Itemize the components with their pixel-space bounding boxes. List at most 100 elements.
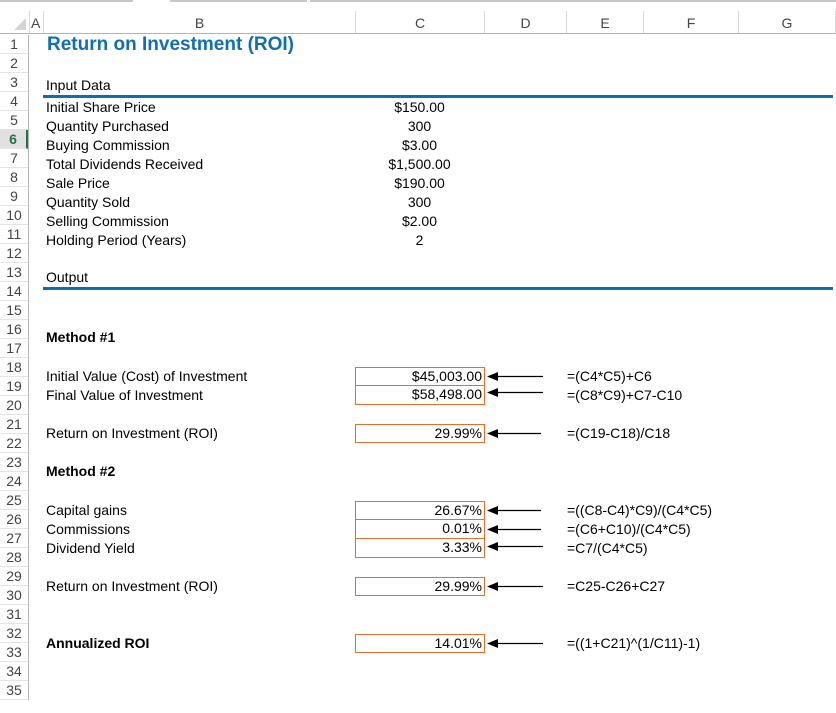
column-header-e[interactable]: E bbox=[566, 11, 643, 33]
arrow-left-icon bbox=[487, 388, 543, 397]
input-value-cell[interactable]: 2 bbox=[355, 231, 484, 250]
dividend-yield-cell[interactable]: 3.33% bbox=[355, 539, 485, 558]
capital-gains-cell[interactable]: 26.67% bbox=[355, 501, 485, 520]
row-header-18[interactable]: 18 bbox=[0, 358, 28, 377]
column-header-d[interactable]: D bbox=[484, 11, 566, 33]
row-header-2[interactable]: 2 bbox=[0, 54, 28, 73]
row-header-9[interactable]: 9 bbox=[0, 187, 28, 206]
commissions-cell[interactable]: 0.01% bbox=[355, 520, 485, 539]
initial-value-cell[interactable]: $45,003.00 bbox=[355, 367, 485, 386]
row-header-11[interactable]: 11 bbox=[0, 225, 28, 244]
row-header-26[interactable]: 26 bbox=[0, 510, 28, 529]
column-header-g[interactable]: G bbox=[738, 11, 836, 33]
row-header-1[interactable]: 1 bbox=[0, 35, 28, 54]
row-header-15[interactable]: 15 bbox=[0, 301, 28, 320]
roi-method1-formula: =(C19-C18)/C18 bbox=[567, 425, 671, 441]
select-all-triangle-icon bbox=[14, 18, 26, 30]
row-header-5[interactable]: 5 bbox=[0, 111, 28, 130]
row-header-17[interactable]: 17 bbox=[0, 339, 28, 358]
arrow-left-icon bbox=[487, 429, 541, 438]
row-header-21[interactable]: 21 bbox=[0, 415, 28, 434]
input-label: Quantity Purchased bbox=[46, 118, 169, 134]
method2-heading: Method #2 bbox=[46, 463, 116, 479]
row-header-16[interactable]: 16 bbox=[0, 320, 28, 339]
input-value-cell[interactable]: $1,500.00 bbox=[355, 155, 484, 174]
capital-gains-formula: =((C8-C4)*C9)/(C4*C5) bbox=[567, 502, 713, 518]
row-header-35[interactable]: 35 bbox=[0, 681, 28, 700]
input-label: Initial Share Price bbox=[46, 99, 156, 115]
arrow-left-icon bbox=[487, 372, 543, 381]
row-header-31[interactable]: 31 bbox=[0, 605, 28, 624]
row-header-24[interactable]: 24 bbox=[0, 472, 28, 491]
row-header-12[interactable]: 12 bbox=[0, 244, 28, 263]
row-header-23[interactable]: 23 bbox=[0, 453, 28, 472]
row-header-28[interactable]: 28 bbox=[0, 548, 28, 567]
row-header-14[interactable]: 14 bbox=[0, 282, 28, 301]
annualized-roi-formula: =((1+C21)^(1/C11)-1) bbox=[567, 635, 701, 651]
top-strip-segment bbox=[0, 0, 133, 2]
input-label: Buying Commission bbox=[46, 137, 170, 153]
row-header-6[interactable]: 6 bbox=[0, 130, 28, 149]
row-header-3[interactable]: 3 bbox=[0, 73, 28, 92]
row-header-8[interactable]: 8 bbox=[0, 168, 28, 187]
final-value-formula: =(C8*C9)+C7-C10 bbox=[567, 387, 683, 403]
roi-method2-label: Return on Investment (ROI) bbox=[46, 578, 218, 594]
sheet-title: Return on Investment (ROI) bbox=[47, 34, 295, 55]
input-value-cell[interactable]: 300 bbox=[355, 117, 484, 136]
final-value-label: Final Value of Investment bbox=[46, 387, 203, 403]
input-label: Holding Period (Years) bbox=[46, 232, 187, 248]
arrow-left-icon bbox=[487, 542, 543, 551]
input-value-cell[interactable]: 300 bbox=[355, 193, 484, 212]
arrow-left-icon bbox=[487, 506, 541, 515]
row-header-4[interactable]: 4 bbox=[0, 92, 28, 111]
row-header-27[interactable]: 27 bbox=[0, 529, 28, 548]
row-header-19[interactable]: 19 bbox=[0, 377, 28, 396]
arrow-left-icon bbox=[487, 525, 541, 534]
input-value-cell[interactable]: $2.00 bbox=[355, 212, 484, 231]
arrow-left-icon bbox=[487, 639, 543, 648]
row-header-30[interactable]: 30 bbox=[0, 586, 28, 605]
top-strip-segment bbox=[170, 0, 307, 2]
row-header-10[interactable]: 10 bbox=[0, 206, 28, 225]
initial-value-formula: =(C4*C5)+C6 bbox=[567, 368, 652, 384]
select-all-button[interactable] bbox=[0, 11, 29, 33]
annualized-roi-label: Annualized ROI bbox=[46, 635, 150, 651]
input-label: Selling Commission bbox=[46, 213, 169, 229]
input-label: Quantity Sold bbox=[46, 194, 131, 210]
roi-method1-label: Return on Investment (ROI) bbox=[46, 425, 218, 441]
capital-gains-label: Capital gains bbox=[46, 502, 127, 518]
row-header-34[interactable]: 34 bbox=[0, 662, 28, 681]
row-header-7[interactable]: 7 bbox=[0, 149, 28, 168]
input-value-cell[interactable]: $190.00 bbox=[355, 174, 484, 193]
commissions-formula: =(C6+C10)/(C4*C5) bbox=[567, 521, 691, 537]
row-header-13[interactable]: 13 bbox=[0, 263, 28, 282]
final-value-cell[interactable]: $58,498.00 bbox=[355, 386, 485, 405]
column-header-f[interactable]: F bbox=[643, 11, 738, 33]
roi-method2-formula: =C25-C26+C27 bbox=[567, 578, 666, 594]
row-header-25[interactable]: 25 bbox=[0, 491, 28, 510]
row-header-29[interactable]: 29 bbox=[0, 567, 28, 586]
row-header-22[interactable]: 22 bbox=[0, 434, 28, 453]
row-header-bar: 1 2 3 4 5 6 7 8 9 10 11 12 13 14 15 16 17 18 19 20 21 22 23 24 2… bbox=[0, 35, 29, 700]
row-header-33[interactable]: 33 bbox=[0, 643, 28, 662]
commissions-label: Commissions bbox=[46, 521, 131, 537]
dividend-yield-formula: =C7/(C4*C5) bbox=[567, 540, 648, 556]
input-section-label: Input Data bbox=[46, 77, 111, 93]
dividend-yield-label: Dividend Yield bbox=[46, 540, 135, 556]
method1-heading: Method #1 bbox=[46, 329, 116, 345]
input-label: Sale Price bbox=[46, 175, 110, 191]
row-header-32[interactable]: 32 bbox=[0, 624, 28, 643]
input-value-cell[interactable]: $3.00 bbox=[355, 136, 484, 155]
initial-value-label: Initial Value (Cost) of Investment bbox=[46, 368, 248, 384]
column-header-c[interactable]: C bbox=[355, 11, 484, 33]
roi-method1-cell[interactable]: 29.99% bbox=[355, 424, 485, 443]
column-header-bar: A B C D E F G bbox=[0, 11, 836, 34]
row-header-20[interactable]: 20 bbox=[0, 396, 28, 415]
column-header-b[interactable]: B bbox=[43, 11, 355, 33]
input-value-cell[interactable]: $150.00 bbox=[355, 98, 484, 117]
column-header-a[interactable]: A bbox=[29, 11, 43, 33]
roi-method2-cell[interactable]: 29.99% bbox=[355, 577, 485, 596]
arrow-left-icon bbox=[487, 582, 543, 591]
annualized-roi-cell[interactable]: 14.01% bbox=[355, 634, 485, 653]
top-strip-segment bbox=[310, 0, 836, 2]
